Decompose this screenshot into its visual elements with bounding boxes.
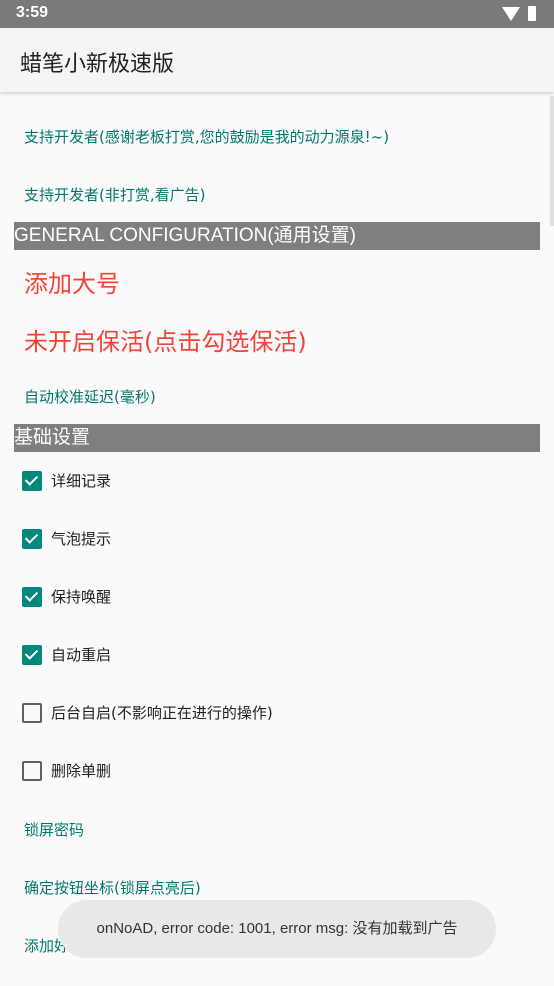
app-bar: 蜡笔小新极速版 bbox=[0, 28, 554, 92]
checkbox-unchecked[interactable] bbox=[22, 703, 42, 723]
auto-calibrate-delay-pref[interactable]: 自动校准延迟(毫秒) bbox=[24, 386, 156, 407]
app-title: 蜡笔小新极速版 bbox=[20, 52, 175, 77]
battery-icon bbox=[528, 6, 536, 21]
checkbox-label: 详细记录 bbox=[51, 472, 112, 490]
lock-password-pref[interactable]: 锁屏密码 bbox=[24, 819, 84, 840]
toast-message: onNoAD, error code: 1001, error msg: 没有加… bbox=[58, 900, 496, 958]
checkbox-checked[interactable] bbox=[22, 529, 42, 549]
confirm-button-coords-pref[interactable]: 确定按钮坐标(锁屏点亮后) bbox=[24, 877, 201, 898]
wifi-icon bbox=[502, 7, 520, 21]
checkbox-label: 自动重启 bbox=[51, 646, 112, 664]
general-config-header: GENERAL CONFIGURATION(通用设置) bbox=[14, 222, 540, 250]
checkbox-unchecked[interactable] bbox=[22, 761, 42, 781]
basic-settings-header: 基础设置 bbox=[14, 424, 540, 452]
checkbox-checked[interactable] bbox=[22, 645, 42, 665]
status-bar: 3:59 bbox=[0, 0, 554, 28]
status-time: 3:59 bbox=[16, 4, 49, 21]
checkbox-label: 保持唤醒 bbox=[51, 588, 112, 606]
support-ads-pref[interactable]: 支持开发者(非打赏,看广告) bbox=[24, 184, 205, 205]
checkbox-checked[interactable] bbox=[22, 587, 42, 607]
add-main-account-pref[interactable]: 添加大号 bbox=[24, 264, 120, 299]
checkbox-checked[interactable] bbox=[22, 471, 42, 491]
checkbox-label: 后台自启(不影响正在进行的操作) bbox=[51, 704, 273, 722]
checkbox-label: 气泡提示 bbox=[51, 530, 112, 548]
support-donate-pref[interactable]: 支持开发者(感谢老板打赏,您的鼓励是我的动力源泉!~) bbox=[24, 126, 389, 147]
keepalive-pref[interactable]: 未开启保活(点击勾选保活) bbox=[24, 322, 307, 357]
checkbox-label: 删除单删 bbox=[51, 762, 112, 780]
scrollbar[interactable] bbox=[550, 96, 554, 226]
